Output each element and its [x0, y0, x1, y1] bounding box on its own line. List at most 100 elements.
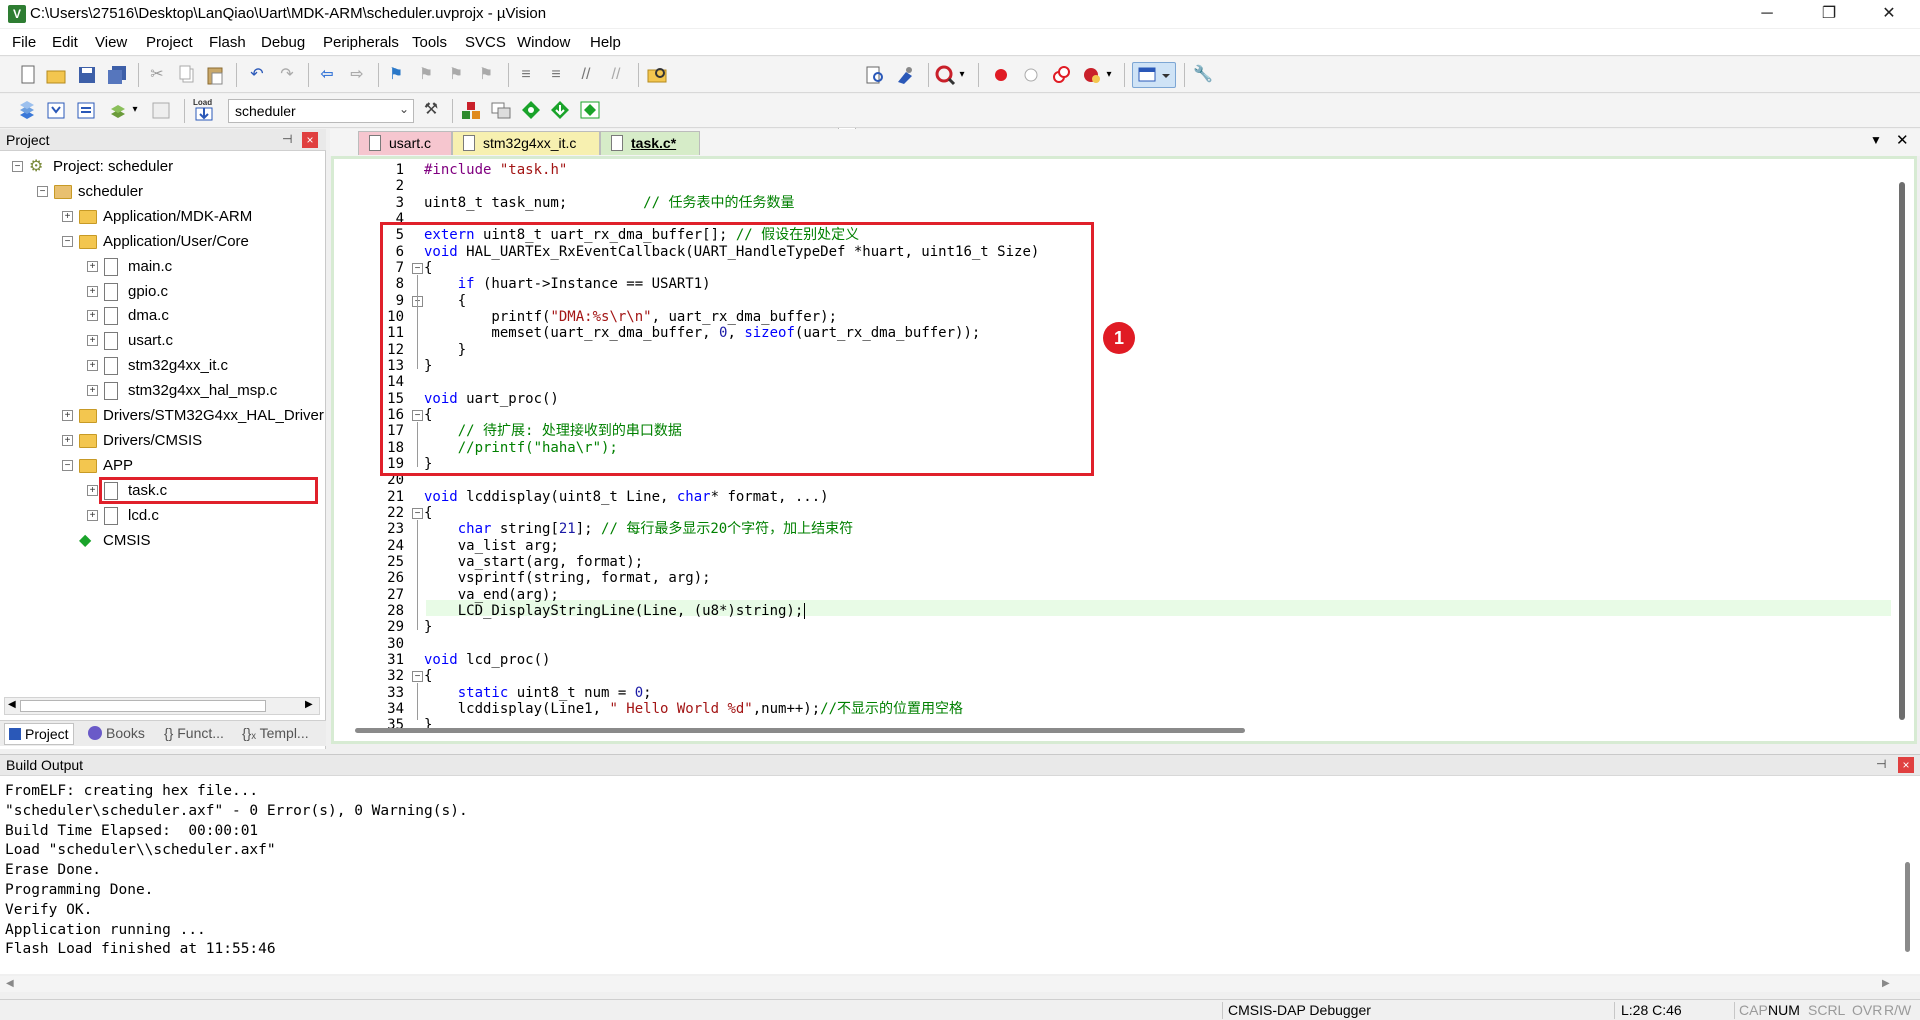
- copy-icon[interactable]: [176, 64, 198, 86]
- tree-item-app[interactable]: − APP: [0, 455, 320, 477]
- restore-button[interactable]: ❐: [1800, 0, 1858, 28]
- collapse-icon[interactable]: −: [62, 235, 73, 247]
- expand-icon[interactable]: +: [87, 385, 98, 397]
- batch-build-icon[interactable]: [107, 99, 129, 121]
- code-line[interactable]: void lcd_proc(): [424, 652, 550, 668]
- tree-item-project-scheduler[interactable]: − ⚙ Project: scheduler: [0, 156, 320, 178]
- fold-collapse-icon[interactable]: −: [412, 507, 423, 519]
- target-options-icon[interactable]: ⚒: [420, 99, 442, 121]
- redo-icon[interactable]: ↷: [276, 64, 298, 86]
- code-line[interactable]: uint8_t task_num; // 任务表中的任务数量: [424, 195, 794, 211]
- tree-item-scheduler[interactable]: − scheduler: [0, 181, 320, 203]
- expand-icon[interactable]: +: [87, 484, 98, 496]
- navigate-forward-icon[interactable]: ⇨: [346, 64, 368, 86]
- disable-breakpoint-icon[interactable]: [1020, 64, 1042, 86]
- configure-icon[interactable]: [894, 64, 916, 86]
- code-line[interactable]: }: [424, 619, 432, 635]
- close-editor-icon[interactable]: ✕: [1896, 131, 1909, 149]
- tree-item-lcd-c[interactable]: + lcd.c: [0, 505, 320, 527]
- tree-item-application-user-core[interactable]: − Application/User/Core: [0, 231, 320, 253]
- new-file-icon[interactable]: [17, 64, 39, 86]
- kill-all-breakpoints-icon[interactable]: [1080, 64, 1102, 86]
- code-line[interactable]: va_end(arg);: [424, 587, 559, 603]
- window-layout-button[interactable]: [1132, 62, 1176, 88]
- tree-item-cmsis[interactable]: ◆ CMSIS: [0, 530, 320, 552]
- debug-dropdown-chevron-icon[interactable]: ▾: [955, 64, 969, 86]
- tab-books[interactable]: Books: [84, 723, 149, 745]
- scrollbar-thumb[interactable]: [20, 700, 266, 712]
- menu-file[interactable]: File: [12, 34, 36, 51]
- scroll-left-icon[interactable]: ◀: [8, 699, 16, 710]
- menu-tools[interactable]: Tools: [412, 34, 447, 51]
- build-output-vertical-scrollbar[interactable]: [1905, 862, 1910, 952]
- tree-item-application-mdk-arm[interactable]: + Application/MDK-ARM: [0, 206, 320, 228]
- disable-all-breakpoints-icon[interactable]: [1050, 64, 1072, 86]
- pin-icon[interactable]: ⊣: [282, 132, 292, 146]
- expand-icon[interactable]: +: [87, 260, 98, 272]
- editor-vertical-scrollbar[interactable]: [1899, 182, 1905, 720]
- bookmark-previous-icon[interactable]: ⚑: [415, 64, 437, 86]
- code-line[interactable]: #include "task.h": [424, 162, 567, 178]
- scroll-left-icon[interactable]: ◀: [6, 978, 14, 989]
- collapse-icon[interactable]: −: [12, 161, 23, 172]
- expand-icon[interactable]: +: [87, 310, 98, 322]
- paste-icon[interactable]: [204, 64, 226, 86]
- editor-horizontal-scrollbar[interactable]: [355, 728, 1245, 733]
- tab-functions[interactable]: {} Funct...: [160, 723, 228, 745]
- tab-templates[interactable]: {}ₓ Templ...: [238, 723, 313, 745]
- code-line[interactable]: lcddisplay(Line1, " Hello World %d",num+…: [424, 701, 963, 717]
- menu-help[interactable]: Help: [590, 34, 621, 51]
- code-line[interactable]: void lcddisplay(uint8_t Line, char* form…: [424, 489, 829, 505]
- scroll-right-icon[interactable]: ▶: [305, 699, 313, 710]
- expand-icon[interactable]: +: [62, 434, 73, 446]
- build-icon[interactable]: [45, 99, 67, 121]
- pin-icon[interactable]: ⊣: [1876, 757, 1886, 771]
- menu-svcs[interactable]: SVCS: [465, 34, 506, 51]
- code-line[interactable]: {: [424, 505, 432, 521]
- tab-stm32g4xx-it-c[interactable]: stm32g4xx_it.c: [452, 131, 600, 155]
- stop-build-icon[interactable]: [150, 99, 172, 121]
- save-all-icon[interactable]: [106, 64, 128, 86]
- rebuild-icon[interactable]: [75, 99, 97, 121]
- tree-item-drivers-cmsis[interactable]: + Drivers/CMSIS: [0, 430, 320, 452]
- tree-item-dma-c[interactable]: + dma.c: [0, 305, 320, 327]
- fold-collapse-icon[interactable]: −: [412, 671, 423, 683]
- debug-session-icon[interactable]: [934, 64, 956, 86]
- expand-icon[interactable]: +: [62, 210, 73, 222]
- collapse-icon[interactable]: −: [62, 459, 73, 471]
- insert-breakpoint-icon[interactable]: [990, 64, 1012, 86]
- code-line[interactable]: LCD_DisplayStringLine(Line, (u8*)string)…: [424, 602, 806, 619]
- minimize-button[interactable]: ─: [1738, 0, 1796, 28]
- code-line[interactable]: va_list arg;: [424, 538, 559, 554]
- cut-icon[interactable]: ✂: [146, 64, 168, 86]
- code-line[interactable]: va_start(arg, format);: [424, 554, 643, 570]
- manage-runtime-environment-icon[interactable]: [520, 99, 542, 121]
- menu-peripherals[interactable]: Peripherals: [323, 34, 399, 51]
- tree-item-drivers-stm32g4xx-hal-driver[interactable]: + Drivers/STM32G4xx_HAL_Driver: [0, 405, 324, 427]
- code-line[interactable]: {: [424, 668, 432, 684]
- translate-icon[interactable]: [16, 99, 38, 121]
- tab-project[interactable]: Project: [4, 723, 74, 745]
- tree-item-stm32g4xx-hal-msp-c[interactable]: + stm32g4xx_hal_msp.c: [0, 380, 320, 402]
- software-packs-icon[interactable]: [579, 99, 601, 121]
- wrench-settings-icon[interactable]: 🔧: [1192, 64, 1214, 86]
- save-icon[interactable]: [76, 64, 98, 86]
- download-load-button[interactable]: Load: [192, 98, 218, 124]
- collapse-icon[interactable]: −: [37, 185, 48, 197]
- close-panel-icon[interactable]: ×: [302, 132, 318, 148]
- expand-icon[interactable]: +: [62, 410, 73, 421]
- tab-usart-c[interactable]: usart.c: [358, 131, 452, 155]
- navigate-back-icon[interactable]: ⇦: [316, 64, 338, 86]
- indent-icon[interactable]: ≡: [515, 64, 537, 86]
- menu-window[interactable]: Window: [517, 34, 570, 51]
- expand-icon[interactable]: +: [87, 285, 98, 297]
- batch-dropdown-chevron-icon[interactable]: ▾: [128, 99, 142, 121]
- menu-view[interactable]: View: [95, 34, 127, 51]
- code-line[interactable]: char string[21]; // 每行最多显示20个字符，加上结束符: [424, 521, 853, 537]
- close-panel-icon[interactable]: ×: [1898, 757, 1914, 773]
- tree-item-main-c[interactable]: + main.c: [0, 256, 320, 278]
- bookmark-clear-icon[interactable]: ⚑: [475, 64, 497, 86]
- open-folder-icon[interactable]: [45, 64, 67, 86]
- menu-debug[interactable]: Debug: [261, 34, 305, 51]
- tab-list-chevron-icon[interactable]: ▼: [1870, 133, 1882, 147]
